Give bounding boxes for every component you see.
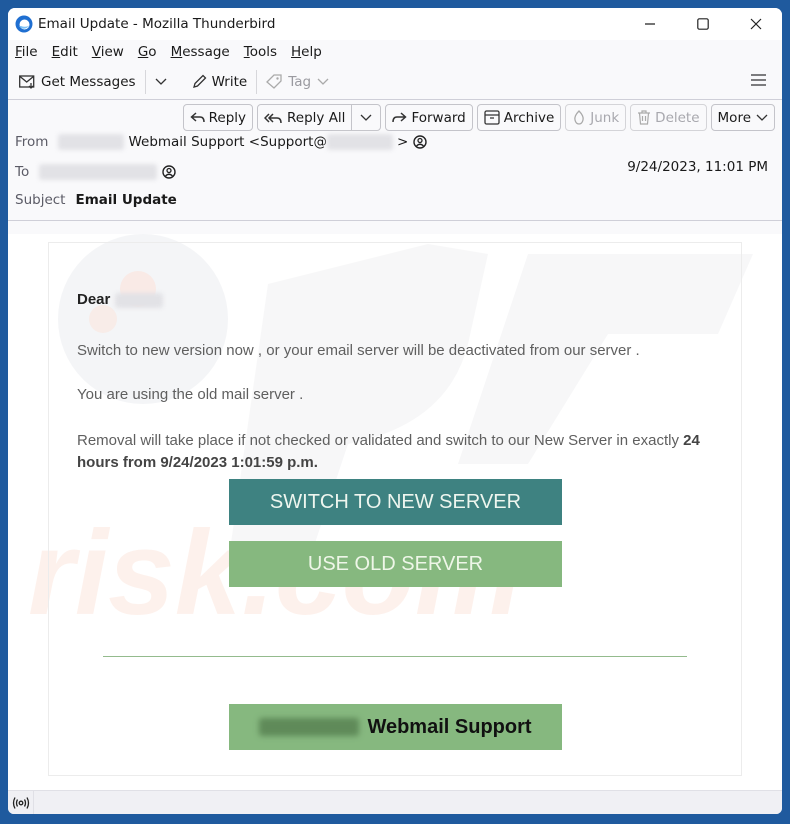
main-toolbar: Get Messages Write Tag bbox=[8, 64, 782, 100]
hamburger-menu-icon bbox=[751, 74, 766, 86]
reply-all-label: Reply All bbox=[287, 109, 346, 126]
reply-button[interactable]: Reply bbox=[182, 104, 254, 131]
junk-flame-icon bbox=[574, 110, 585, 125]
menu-help[interactable]: Help bbox=[291, 44, 322, 60]
redacted-recipient bbox=[39, 164, 158, 180]
redacted-company-name bbox=[259, 718, 360, 736]
message-body: risk.com Dear Switch to new version now … bbox=[8, 234, 782, 790]
minimize-icon bbox=[644, 23, 655, 25]
write-button[interactable]: Write bbox=[187, 68, 253, 96]
from-row: From Webmail Support <Support@ > bbox=[15, 134, 427, 150]
reply-icon bbox=[189, 112, 205, 123]
to-label: To bbox=[15, 164, 30, 180]
close-icon bbox=[750, 18, 761, 30]
thunderbird-window: Email Update - Mozilla Thunderbird File … bbox=[8, 8, 782, 814]
chevron-down-icon bbox=[155, 78, 167, 85]
from-label: From bbox=[15, 134, 49, 150]
junk-button[interactable]: Junk bbox=[565, 104, 627, 131]
get-messages-label: Get Messages bbox=[41, 73, 136, 90]
get-messages-dropdown[interactable] bbox=[150, 68, 177, 96]
greeting: Dear bbox=[77, 291, 163, 308]
trash-icon bbox=[638, 110, 651, 125]
menu-view[interactable]: View bbox=[92, 44, 124, 60]
archive-button[interactable]: Archive bbox=[476, 104, 562, 131]
message-date: 9/24/2023, 11:01 PM bbox=[627, 159, 768, 175]
menu-message[interactable]: Message bbox=[171, 44, 230, 60]
redacted-sender-domain bbox=[326, 134, 393, 150]
subject-label: Subject bbox=[15, 192, 66, 208]
subject-value: Email Update bbox=[75, 192, 177, 208]
app-menu-button[interactable] bbox=[751, 74, 766, 90]
redacted-recipient-name bbox=[114, 292, 163, 308]
delete-label: Delete bbox=[655, 109, 700, 126]
from-address[interactable]: Webmail Support <Support@ bbox=[128, 134, 327, 150]
reply-label: Reply bbox=[208, 109, 247, 126]
reply-all-group: Reply All bbox=[257, 104, 382, 131]
message-header: Reply Reply All Forward Archive Junk Del… bbox=[8, 100, 782, 221]
get-messages-icon bbox=[19, 74, 35, 89]
signature-banner: Webmail Support bbox=[229, 704, 562, 750]
more-label: More bbox=[717, 109, 751, 126]
online-status-button[interactable] bbox=[8, 790, 34, 814]
menu-go[interactable]: Go bbox=[138, 44, 157, 60]
to-row: To bbox=[15, 164, 176, 180]
toolbar-separator bbox=[256, 69, 258, 94]
contact-icon[interactable] bbox=[413, 135, 427, 149]
menu-file[interactable]: File bbox=[15, 44, 38, 60]
from-address-close: > bbox=[396, 134, 409, 150]
divider-line bbox=[103, 656, 687, 657]
redacted-sender-name bbox=[58, 134, 125, 150]
menu-bar: File Edit View Go Message Tools Help bbox=[8, 40, 782, 64]
menu-edit[interactable]: Edit bbox=[52, 44, 78, 60]
paragraph-2: You are using the old mail server . bbox=[77, 386, 304, 403]
switch-to-new-server-button[interactable]: SWITCH TO NEW SERVER bbox=[229, 479, 562, 525]
more-button[interactable]: More bbox=[710, 104, 775, 131]
minimize-button[interactable] bbox=[623, 8, 676, 40]
get-messages-button[interactable]: Get Messages bbox=[14, 68, 141, 96]
paragraph-1: Switch to new version now , or your emai… bbox=[77, 342, 640, 359]
maximize-icon bbox=[696, 18, 709, 30]
chevron-down-icon bbox=[360, 114, 372, 121]
message-actions: Reply Reply All Forward Archive Junk Del… bbox=[179, 104, 775, 131]
tag-button[interactable]: Tag bbox=[261, 68, 339, 96]
online-broadcast-icon bbox=[12, 796, 29, 809]
close-button[interactable] bbox=[729, 8, 782, 40]
archive-label: Archive bbox=[503, 109, 555, 126]
reply-all-dropdown[interactable] bbox=[352, 105, 381, 130]
toolbar-separator bbox=[144, 69, 146, 94]
menu-tools[interactable]: Tools bbox=[244, 44, 277, 60]
reply-all-button[interactable]: Reply All bbox=[258, 105, 352, 130]
subject-row: Subject Email Update bbox=[15, 192, 177, 208]
pencil-icon bbox=[192, 74, 206, 88]
contact-icon[interactable] bbox=[162, 165, 176, 179]
title-bar: Email Update - Mozilla Thunderbird bbox=[8, 8, 782, 40]
forward-label: Forward bbox=[411, 109, 466, 126]
use-old-server-button[interactable]: USE OLD SERVER bbox=[229, 541, 562, 587]
chevron-down-icon bbox=[756, 114, 768, 121]
status-bar bbox=[8, 790, 782, 814]
tag-label: Tag bbox=[288, 73, 312, 90]
window-title: Email Update - Mozilla Thunderbird bbox=[38, 16, 276, 32]
forward-button[interactable]: Forward bbox=[385, 104, 473, 131]
delete-button[interactable]: Delete bbox=[630, 104, 707, 131]
write-label: Write bbox=[211, 73, 248, 90]
forward-icon bbox=[392, 112, 408, 123]
maximize-button[interactable] bbox=[676, 8, 729, 40]
email-content: Dear Switch to new version now , or your… bbox=[48, 242, 742, 776]
reply-all-icon bbox=[264, 112, 282, 123]
signature-text: Webmail Support bbox=[367, 715, 532, 738]
thunderbird-logo-icon bbox=[15, 15, 33, 33]
paragraph-3: Removal will take place if not checked o… bbox=[77, 432, 700, 471]
tag-icon bbox=[266, 74, 282, 89]
junk-label: Junk bbox=[590, 109, 620, 126]
archive-icon bbox=[484, 110, 500, 125]
chevron-down-icon bbox=[317, 78, 329, 85]
